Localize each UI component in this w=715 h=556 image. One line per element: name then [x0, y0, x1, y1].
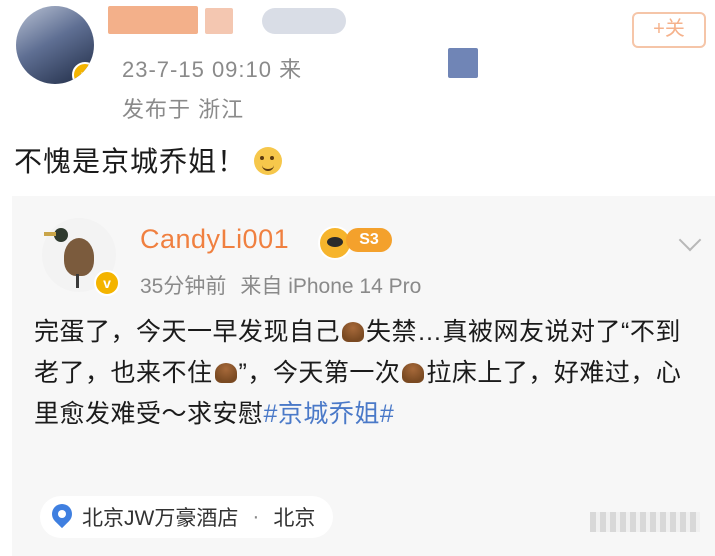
- poop-emoji-icon: [342, 322, 365, 342]
- top-post-avatar[interactable]: v: [16, 6, 94, 84]
- reply-device: 来自 iPhone 14 Pro: [240, 275, 422, 298]
- watermark-blur: [590, 512, 700, 532]
- post-location: 发布于 浙江: [122, 97, 245, 122]
- top-post: v +关 23-7-15 09:10 来 发布于 浙江 不愧是京城乔姐！: [0, 0, 715, 196]
- chevron-down-icon[interactable]: [678, 228, 702, 252]
- blurred-emblem: [262, 8, 346, 34]
- verified-badge-icon: v: [94, 270, 120, 296]
- verified-badge-icon: v: [72, 62, 94, 84]
- location-chip[interactable]: 北京JW万豪酒店 · 北京: [40, 496, 334, 538]
- bird-beak: [44, 232, 56, 236]
- post-text: 不愧是京城乔姐！: [14, 140, 283, 180]
- blurred-username: [205, 8, 233, 34]
- location-place: 北京JW万豪酒店: [82, 507, 239, 530]
- reply-username[interactable]: CandyLi001: [140, 224, 289, 255]
- blurred-username: [108, 6, 198, 34]
- hashtag-link[interactable]: #京城乔姐#: [264, 400, 395, 428]
- smile-emoji-icon: [254, 147, 283, 175]
- bird-leg: [76, 274, 79, 288]
- poop-emoji-icon: [402, 363, 425, 383]
- reply-card[interactable]: v CandyLi001 S3 35分钟前 来自 iPhone 14 Pro 完蛋…: [12, 196, 715, 556]
- location-separator: ·: [252, 505, 260, 528]
- poop-emoji-icon: [214, 363, 237, 383]
- reply-avatar[interactable]: v: [42, 218, 120, 296]
- follow-button[interactable]: +关: [632, 12, 706, 48]
- location-pin-icon: [52, 504, 72, 530]
- blurred-square: [448, 48, 478, 78]
- post-meta-time: 23-7-15 09:10 来: [122, 57, 303, 82]
- level-badge: S3: [346, 228, 392, 252]
- reply-meta: 35分钟前 来自 iPhone 14 Pro: [140, 270, 421, 300]
- bird-head: [54, 228, 68, 242]
- reply-body: 完蛋了，今天一早发现自己 失禁…真被网友说对了“不到老了，也来不住 ”，今天第一次拉…: [34, 318, 682, 428]
- reply-time: 35分钟前: [140, 275, 227, 298]
- bird-body: [64, 238, 94, 276]
- location-city: 北京: [273, 507, 316, 530]
